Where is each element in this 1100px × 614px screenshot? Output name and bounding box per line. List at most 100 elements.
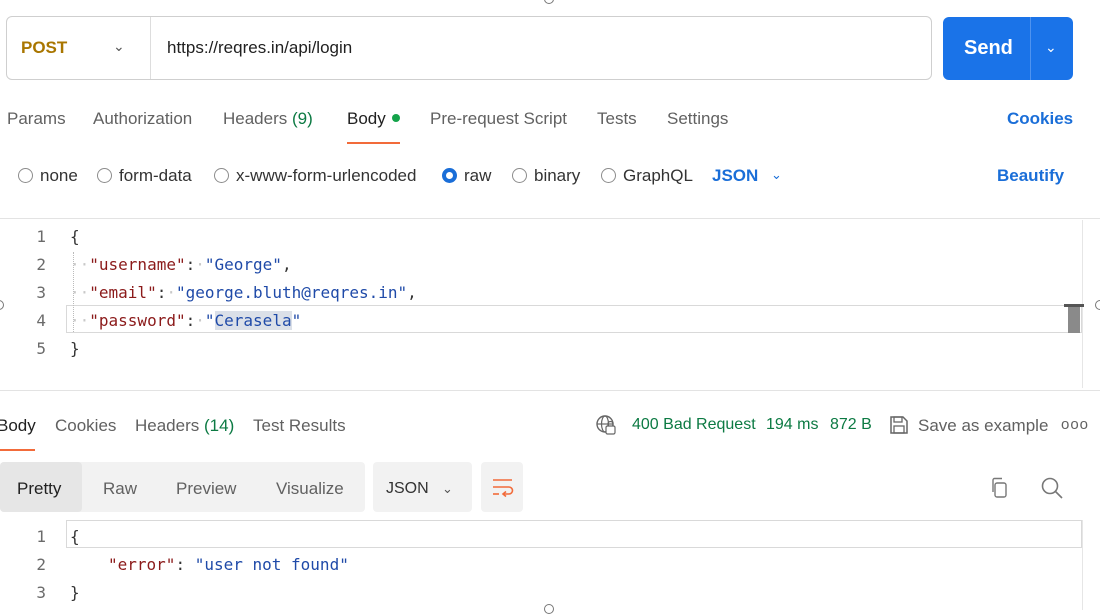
cookies-link[interactable]: Cookies bbox=[1007, 109, 1073, 129]
response-tab-cookies[interactable]: Cookies bbox=[55, 416, 116, 436]
tab-params[interactable]: Params bbox=[7, 109, 66, 129]
response-tab-headers[interactable]: Headers (14) bbox=[135, 416, 234, 436]
active-tab-underline bbox=[0, 449, 35, 451]
json-key: "error" bbox=[108, 555, 176, 574]
response-time[interactable]: 194 ms bbox=[766, 416, 818, 434]
editor-top-border bbox=[0, 218, 1100, 219]
tab-body[interactable]: Body bbox=[347, 109, 400, 129]
globe-icon[interactable] bbox=[595, 414, 617, 436]
view-pretty[interactable]: Pretty bbox=[17, 479, 61, 499]
radio-none-label: none bbox=[40, 166, 78, 185]
radio-urlencoded[interactable]: x-www-form-urlencoded bbox=[214, 166, 416, 186]
send-label: Send bbox=[964, 37, 1013, 59]
response-scrollbar-track[interactable] bbox=[1082, 520, 1083, 610]
response-tab-test-results[interactable]: Test Results bbox=[253, 416, 346, 436]
radio-raw-label: raw bbox=[464, 166, 492, 185]
top-resize-handle[interactable] bbox=[544, 0, 554, 4]
radio-raw[interactable]: raw bbox=[442, 166, 491, 186]
http-method-select[interactable]: POST bbox=[21, 38, 67, 58]
selected-text: Cerasela bbox=[214, 311, 292, 330]
view-preview[interactable]: Preview bbox=[176, 479, 236, 499]
more-options-icon[interactable]: ooo bbox=[1061, 416, 1089, 433]
chevron-down-icon[interactable]: ⌄ bbox=[442, 481, 453, 497]
tab-body-label: Body bbox=[347, 109, 386, 128]
view-visualize[interactable]: Visualize bbox=[276, 479, 344, 499]
response-headers-count: (14) bbox=[204, 416, 235, 435]
response-format-label: JSON bbox=[386, 480, 429, 497]
radio-circle bbox=[97, 168, 112, 183]
send-options-chevron-icon[interactable]: ⌄ bbox=[1045, 39, 1057, 56]
chevron-down-icon[interactable]: ⌄ bbox=[113, 38, 125, 55]
radio-circle bbox=[512, 168, 527, 183]
bottom-resize-handle[interactable] bbox=[544, 604, 554, 614]
wrap-lines-button[interactable] bbox=[481, 462, 523, 512]
save-as-example-button[interactable]: Save as example bbox=[918, 416, 1048, 436]
radio-form-data-label: form-data bbox=[119, 166, 192, 185]
beautify-button[interactable]: Beautify bbox=[997, 166, 1064, 186]
response-line-error: "error": "user not found" bbox=[108, 555, 349, 574]
json-value: "George" bbox=[204, 255, 282, 274]
line-number: 3 bbox=[36, 583, 46, 602]
wrap-lines-icon bbox=[493, 479, 514, 498]
url-bar bbox=[6, 16, 932, 80]
tab-headers-label: Headers bbox=[223, 109, 288, 128]
response-tab-headers-label: Headers bbox=[135, 416, 200, 435]
json-key: "username" bbox=[89, 255, 186, 274]
response-status[interactable]: 400 Bad Request bbox=[632, 416, 756, 434]
search-icon[interactable] bbox=[1040, 476, 1064, 500]
tab-settings[interactable]: Settings bbox=[667, 109, 728, 129]
chevron-down-icon[interactable]: ⌄ bbox=[771, 167, 782, 183]
editor-scrollbar-thumb[interactable] bbox=[1068, 307, 1080, 333]
code-close-brace[interactable]: } bbox=[70, 339, 80, 358]
code-line-password[interactable]: ··"password":·"Cerasela" bbox=[70, 311, 301, 330]
radio-binary-label: binary bbox=[534, 166, 581, 185]
line-number: 5 bbox=[36, 339, 46, 358]
tab-pre-request-script[interactable]: Pre-request Script bbox=[430, 109, 567, 129]
radio-graphql[interactable]: GraphQL bbox=[601, 166, 693, 186]
copy-icon[interactable] bbox=[990, 477, 1010, 499]
tab-tests[interactable]: Tests bbox=[597, 109, 637, 129]
right-resize-handle[interactable] bbox=[1095, 300, 1100, 310]
active-tab-underline bbox=[347, 142, 400, 144]
view-raw[interactable]: Raw bbox=[103, 479, 137, 499]
body-language-select[interactable]: JSON bbox=[712, 166, 758, 186]
line-number: 2 bbox=[36, 255, 46, 274]
json-key: "password" bbox=[89, 311, 186, 330]
line-number: 3 bbox=[36, 283, 46, 302]
json-value: "george.bluth@reqres.in" bbox=[175, 283, 408, 302]
line-number: 2 bbox=[36, 555, 46, 574]
headers-count: (9) bbox=[292, 109, 313, 128]
line-number: 1 bbox=[36, 527, 46, 546]
save-icon[interactable] bbox=[889, 415, 909, 435]
line-number: 1 bbox=[36, 227, 46, 246]
radio-graphql-label: GraphQL bbox=[623, 166, 693, 185]
response-current-line-highlight bbox=[66, 520, 1082, 548]
radio-binary[interactable]: binary bbox=[512, 166, 580, 186]
radio-form-data[interactable]: form-data bbox=[97, 166, 192, 186]
radio-circle bbox=[214, 168, 229, 183]
editor-bottom-border bbox=[0, 390, 1100, 391]
json-key: "email" bbox=[89, 283, 157, 302]
code-line-username[interactable]: ··"username":·"George", bbox=[70, 255, 292, 274]
radio-none[interactable]: none bbox=[18, 166, 78, 186]
url-input[interactable]: https://reqres.in/api/login bbox=[167, 38, 352, 58]
code-open-brace[interactable]: { bbox=[70, 227, 80, 246]
response-tab-body[interactable]: Body bbox=[0, 416, 36, 436]
response-size[interactable]: 872 B bbox=[830, 416, 872, 434]
body-indicator-dot bbox=[391, 114, 400, 122]
json-value: "user not found" bbox=[194, 555, 349, 574]
radio-circle-checked bbox=[442, 168, 457, 183]
code-line-email[interactable]: ··"email":·"george.bluth@reqres.in", bbox=[70, 283, 417, 302]
send-button[interactable]: Send ⌄ bbox=[943, 17, 1073, 80]
response-close-brace: } bbox=[70, 583, 80, 602]
tab-headers[interactable]: Headers (9) bbox=[223, 109, 313, 129]
send-divider bbox=[1030, 17, 1031, 80]
left-resize-handle[interactable] bbox=[0, 300, 4, 310]
line-number: 4 bbox=[36, 311, 46, 330]
response-open-brace: { bbox=[70, 527, 80, 546]
radio-circle bbox=[18, 168, 33, 183]
radio-circle bbox=[601, 168, 616, 183]
tab-authorization[interactable]: Authorization bbox=[93, 109, 192, 129]
url-divider bbox=[150, 17, 151, 79]
radio-urlencoded-label: x-www-form-urlencoded bbox=[236, 166, 417, 185]
